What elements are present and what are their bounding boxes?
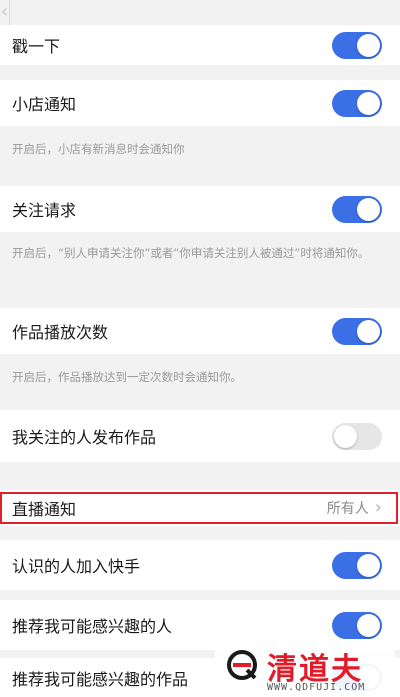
toggle-knob: [334, 424, 357, 448]
watermark-url: WWW.QDFUJI.COM: [267, 682, 366, 693]
setting-description: 开启后，小店有新消息时会通知你: [0, 140, 400, 159]
setting-row-play-count[interactable]: 作品播放次数: [0, 308, 400, 354]
poke-toggle[interactable]: [332, 31, 382, 59]
watermark-logo-icon: [227, 650, 257, 680]
shop-notify-toggle[interactable]: [332, 89, 382, 117]
setting-row-following-posts[interactable]: 我关注的人发布作品: [0, 410, 400, 462]
toggle-knob: [357, 197, 380, 221]
following-posts-toggle[interactable]: [332, 422, 382, 450]
setting-row-poke[interactable]: 戳一下: [0, 25, 400, 65]
setting-row-shop[interactable]: 小店通知: [0, 80, 400, 126]
recommend-people-toggle[interactable]: [332, 611, 382, 639]
play-count-toggle[interactable]: [332, 317, 382, 345]
setting-label: 认识的人加入快手: [12, 557, 141, 576]
toggle-knob: [357, 553, 380, 577]
follow-request-toggle[interactable]: [332, 195, 382, 223]
contacts-join-toggle[interactable]: [332, 551, 382, 579]
toggle-knob: [357, 91, 380, 115]
setting-label: 戳一下: [12, 37, 61, 56]
setting-label: 推荐我可能感兴趣的人: [12, 617, 173, 636]
toggle-knob: [357, 33, 380, 57]
setting-description: 开启后，作品播放达到一定次数时会通知你。: [0, 368, 400, 387]
highlight-rectangle: [0, 492, 398, 524]
setting-label: 推荐我可能感兴趣的作品: [12, 669, 189, 689]
toggle-knob: [357, 613, 380, 637]
setting-label: 关注请求: [12, 201, 77, 220]
setting-description: 开启后，“别人申请关注你”或者“你申请关注别人被通过”时将通知你。: [0, 244, 400, 263]
setting-label: 作品播放次数: [12, 323, 109, 342]
notification-settings-screen: ‹ 戳一下 小店通知 开启后，小店有新消息时会通知你 关注请求 开启后，“别人申…: [0, 0, 400, 697]
setting-row-follow-request[interactable]: 关注请求: [0, 186, 400, 232]
setting-label: 小店通知: [12, 95, 77, 114]
setting-label: 我关注的人发布作品: [12, 428, 157, 447]
setting-row-contacts-join[interactable]: 认识的人加入快手: [0, 540, 400, 590]
toggle-knob: [357, 319, 380, 343]
back-edge-icon[interactable]: ‹: [0, 0, 10, 26]
watermark: 清道夫 WWW.QDFUJI.COM: [215, 640, 395, 697]
